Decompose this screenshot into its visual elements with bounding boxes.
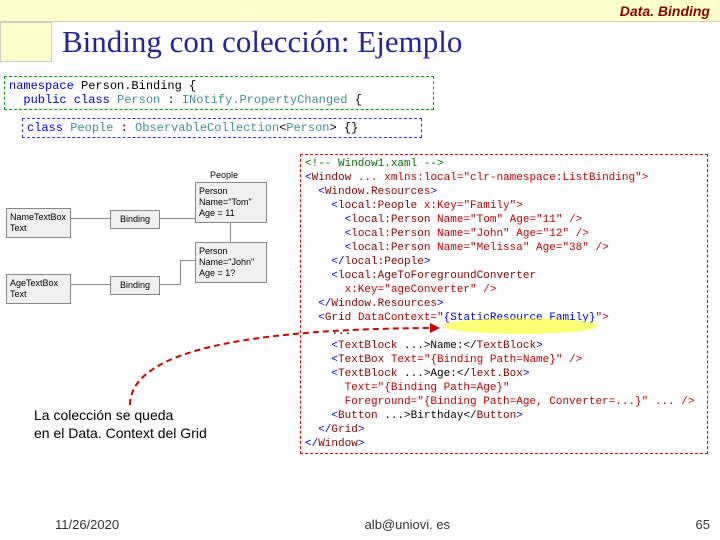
diagram-person1: Person Name="Tom" Age = 11: [195, 182, 267, 223]
footer: 11/26/2020 alb@uniovi. es 65: [0, 517, 720, 532]
footer-page: 65: [696, 517, 710, 532]
breadcrumb: Data. Binding: [620, 3, 710, 19]
footer-email: alb@uniovi. es: [365, 517, 450, 532]
diagram-line: [180, 260, 181, 285]
content-area: namespace Person.Binding { public class …: [0, 70, 720, 510]
diagram-line: [71, 218, 110, 219]
diagram-line: [71, 284, 110, 285]
diagram-nametextbox: NameTextBox Text: [6, 208, 71, 238]
code-namespace-box: namespace Person.Binding { public class …: [4, 76, 434, 110]
footer-date: 11/26/2020: [55, 517, 119, 532]
highlight-oval: [443, 318, 598, 334]
title-accent-block: [0, 22, 52, 62]
caption-text: La colección se queda en el Data. Contex…: [34, 406, 207, 442]
diagram-people-label: People: [210, 170, 238, 180]
diagram-agetextbox: AgeTextBox Text: [6, 274, 71, 304]
diagram-line: [230, 222, 231, 242]
title-row: Binding con colección: Ejemplo: [0, 22, 720, 70]
diagram-binding2: Binding: [110, 276, 160, 295]
diagram-binding1: Binding: [110, 210, 160, 229]
code-xaml-box: <!-- Window1.xaml --> <Window ... xmlns:…: [300, 154, 708, 454]
diagram-person2: Person Name="John" Age = 1?: [195, 242, 267, 283]
diagram-line: [160, 218, 195, 219]
code-people-class-box: class People : ObservableCollection<Pers…: [22, 118, 422, 138]
diagram-line: [180, 260, 195, 261]
arrow-head-icon: [430, 323, 440, 333]
main-title: Binding con colección: Ejemplo: [52, 22, 462, 60]
diagram-line: [160, 284, 180, 285]
header-bar: Data. Binding: [0, 0, 720, 22]
